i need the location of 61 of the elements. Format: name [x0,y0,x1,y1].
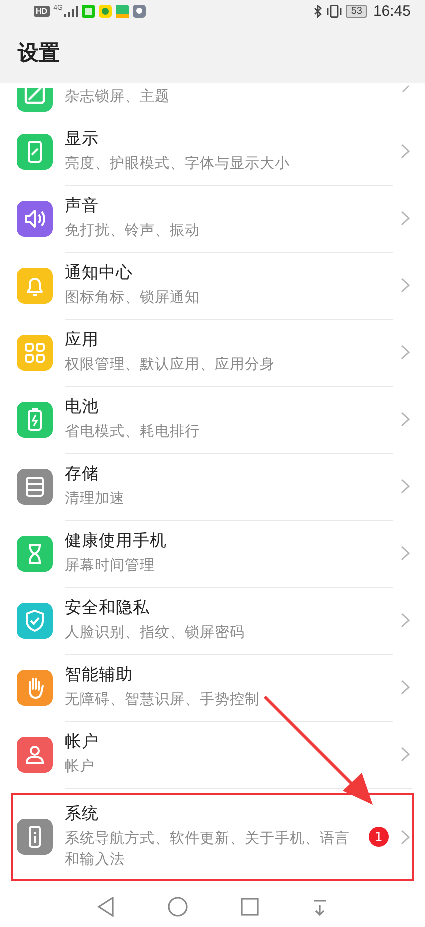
chevron-icon [402,85,410,93]
app-notification-icon [132,4,146,18]
chevron-icon [401,747,410,762]
hd-indicator: HD [34,6,50,16]
home-icon[interactable] [168,897,188,917]
signal-icon [64,6,78,16]
item-title: 健康使用手机 [65,530,168,552]
item-subtitle: 杂志锁屏、主题 [65,88,171,107]
settings-item[interactable]: 存储 清理加速 [0,453,425,520]
chevron-icon [401,680,410,695]
chevron-icon [401,546,410,561]
back-icon[interactable] [96,897,115,917]
item-subtitle: 图标角标、锁屏通知 [65,289,201,308]
item-subtitle: 屏幕时间管理 [65,557,156,576]
item-title: 智能辅助 [65,664,134,686]
item-subtitle: 清理加速 [65,490,126,510]
item-subtitle: 省电模式、耗电排行 [65,423,201,442]
settings-item[interactable]: 应用 权限管理、默认应用、应用分身 [0,319,425,386]
item-title: 显示 [65,128,100,150]
settings-item[interactable]: 智能辅助 无障碍、智慧识屏、手势控制 [0,654,425,721]
settings-item[interactable]: 电池 省电模式、耗电排行 [0,386,425,453]
notification-badge: 1 [369,827,389,847]
settings-item[interactable]: 帐户 帐户 [0,721,425,788]
chevron-icon [401,613,410,628]
item-subtitle: 人脸识别、指纹、锁屏密码 [65,624,246,644]
page-title: 设置 [18,40,60,66]
item-subtitle: 帐户 [65,758,96,778]
settings-item[interactable]: 安全和隐私 人脸识别、指纹、锁屏密码 [0,587,425,654]
item-title: 安全和隐私 [65,597,151,620]
item-subtitle: 免打扰、铃声、振动 [65,222,201,242]
clock: 16:45 [373,2,411,20]
recents-icon[interactable] [241,898,260,916]
chevron-icon [401,278,410,293]
chevron-icon [401,345,410,360]
item-title: 应用 [65,329,100,352]
battery-indicator: 53 [346,4,368,18]
chevron-icon [401,830,410,844]
item-subtitle: 系统导航方式、软件更新、关于手机、语言和输入法 [65,830,350,870]
chevron-icon [401,479,410,494]
chevron-icon [401,412,410,427]
settings-item[interactable]: 健康使用手机 屏幕时间管理 [0,520,425,587]
app-notification-icon [116,4,129,18]
vibrate-icon [327,4,342,18]
settings-item[interactable]: 声音 免打扰、铃声、振动 [0,185,425,252]
app-notification-icon [98,4,112,18]
item-title: 声音 [65,195,100,218]
chevron-icon [401,144,410,159]
app-notification-icon [82,4,95,18]
chevron-icon [401,211,410,226]
item-subtitle: 权限管理、默认应用、应用分身 [65,356,276,376]
item-title: 电池 [65,396,100,418]
item-subtitle: 亮度、护眼模式、字体与显示大小 [65,154,291,174]
item-subtitle: 无障碍、智慧识屏、手势控制 [65,690,261,710]
dropdown-icon[interactable] [312,897,328,917]
settings-item[interactable]: 通知中心 图标角标、锁屏通知 [0,252,425,319]
settings-item[interactable]: 显示 亮度、护眼模式、字体与显示大小 [0,118,425,185]
item-title: 存储 [65,463,100,486]
item-title: 系统 [65,802,100,825]
bluetooth-icon [314,4,324,18]
item-title: 通知中心 [65,262,134,284]
item-title: 帐户 [65,731,100,754]
